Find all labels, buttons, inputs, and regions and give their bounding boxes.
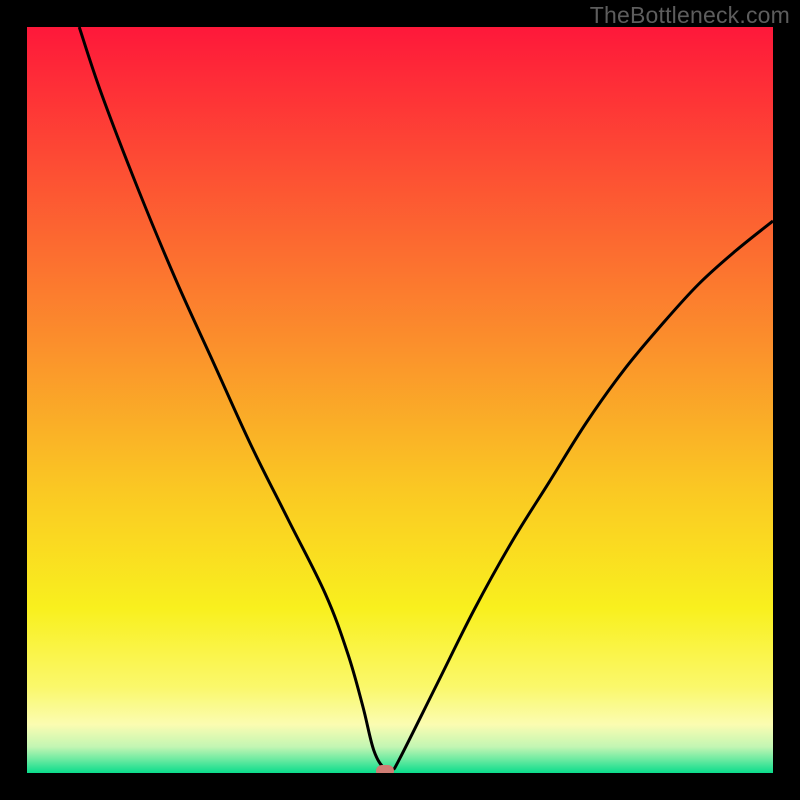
watermark-text: TheBottleneck.com bbox=[590, 2, 790, 29]
bottleneck-curve bbox=[27, 27, 773, 773]
plot-area bbox=[27, 27, 773, 773]
chart-frame: TheBottleneck.com bbox=[0, 0, 800, 800]
optimal-point-marker bbox=[376, 765, 394, 773]
